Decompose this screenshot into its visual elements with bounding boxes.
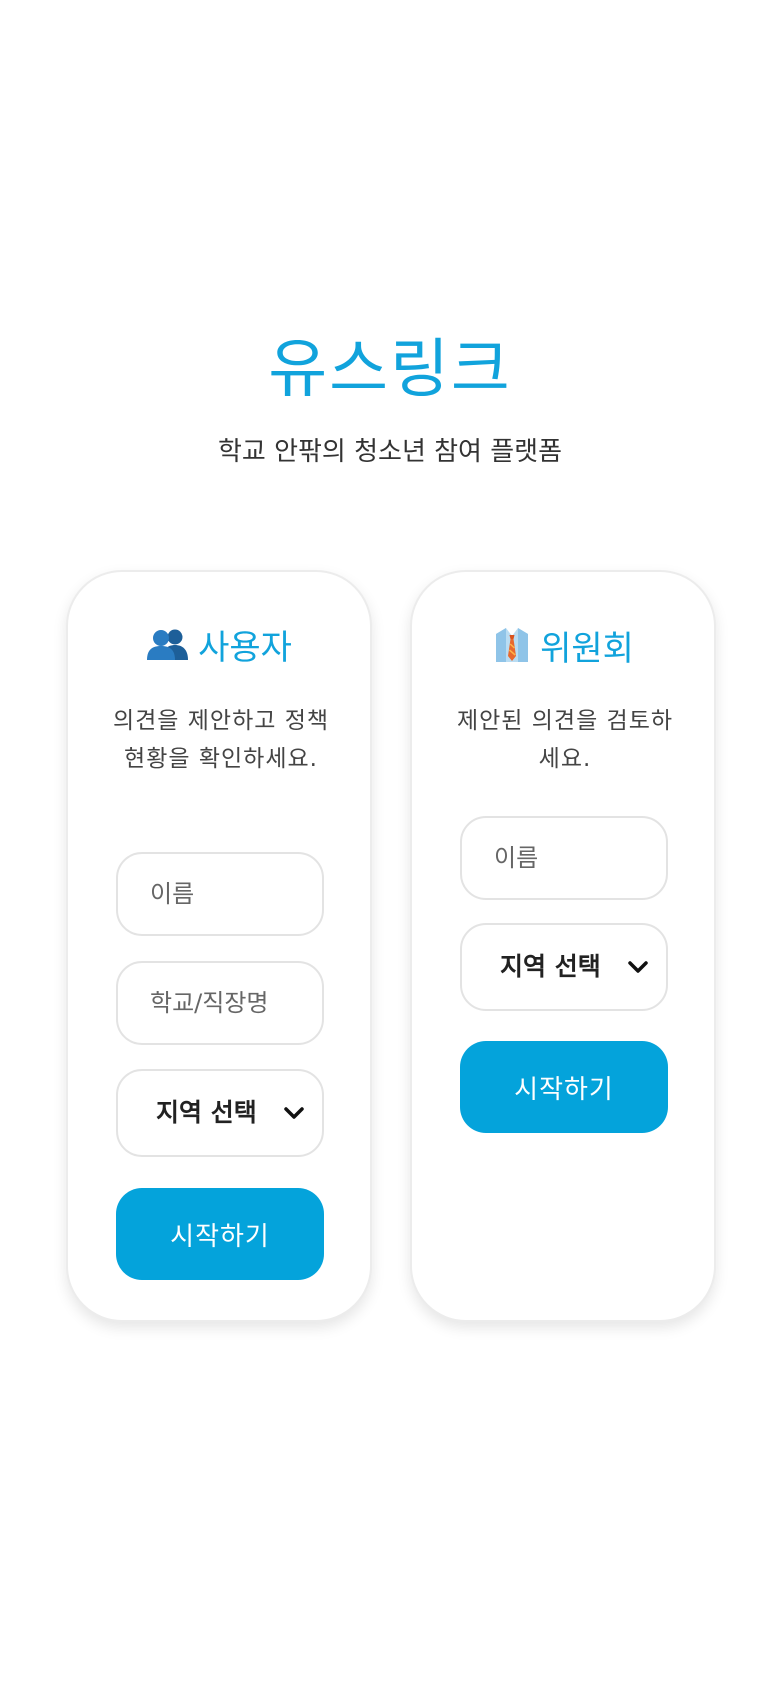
committee-card-header: 위원회 <box>412 624 714 677</box>
user-card-header: 사용자 <box>68 624 370 674</box>
user-region-select[interactable]: 지역 선택 <box>116 1069 324 1157</box>
people-icon <box>146 626 190 674</box>
necktie-shirt-icon <box>492 624 532 677</box>
page: 유스링크 학교 안팎의 청소년 참여 플랫폼 사용자 의견을 제안하고 정책 현… <box>0 0 780 1688</box>
user-name-input[interactable] <box>116 852 324 936</box>
app-subtitle: 학교 안팎의 청소년 참여 플랫폼 <box>217 437 563 467</box>
user-card: 사용자 의견을 제안하고 정책 현황을 확인하세요. 지역 선택 시작하기 <box>66 570 372 1322</box>
committee-start-button[interactable]: 시작하기 <box>460 1041 668 1133</box>
committee-card-description: 제안된 의견을 검토하세요. <box>456 708 674 772</box>
committee-region-select-value: 지역 선택 <box>500 952 601 981</box>
user-card-title: 사용자 <box>198 628 292 668</box>
committee-card: 위원회 제안된 의견을 검토하세요. 지역 선택 시작하기 <box>410 570 716 1322</box>
user-school-input[interactable] <box>116 961 324 1045</box>
user-card-description: 의견을 제안하고 정책 현황을 확인하세요. <box>112 708 330 772</box>
committee-name-input[interactable] <box>460 816 668 900</box>
app-title: 유스링크 <box>268 333 512 407</box>
committee-card-title: 위원회 <box>540 629 634 669</box>
chevron-down-icon <box>282 1101 306 1125</box>
chevron-down-icon <box>626 955 650 979</box>
committee-region-select[interactable]: 지역 선택 <box>460 923 668 1011</box>
user-start-button[interactable]: 시작하기 <box>116 1188 324 1280</box>
user-region-select-value: 지역 선택 <box>156 1098 257 1127</box>
